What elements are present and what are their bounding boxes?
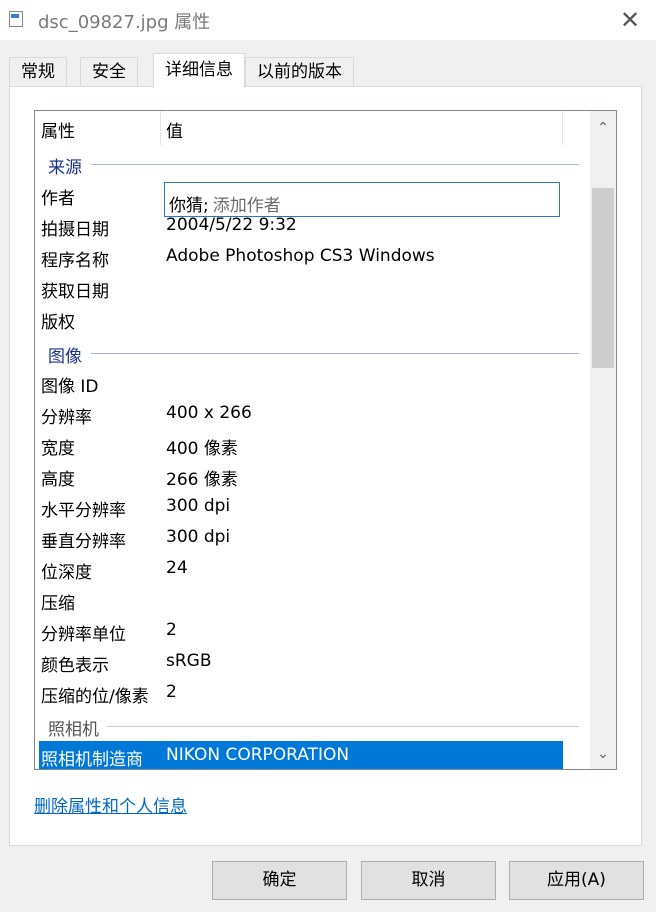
property-name: 程序名称 <box>41 251 109 271</box>
author-value: 你猜; <box>169 196 209 216</box>
property-name: 垂直分辨率 <box>41 532 126 552</box>
group-divider <box>91 164 579 165</box>
group-divider <box>107 726 579 727</box>
list-item[interactable]: 图像 ID <box>35 368 590 399</box>
title-bar: dsc_09827.jpg 属性 ✕ <box>0 0 656 40</box>
property-value: 300 dpi <box>166 527 231 547</box>
property-name: 位深度 <box>41 563 92 583</box>
list-item[interactable]: 水平分辨率 300 dpi <box>35 492 590 523</box>
list-item[interactable]: 位深度 24 <box>35 554 590 585</box>
list-item[interactable]: 分辨率 400 x 266 <box>35 399 590 430</box>
list-item-selected[interactable]: 照相机制造商 NIKON CORPORATION <box>39 741 563 770</box>
property-list[interactable]: 属性 值 来源 作者 拍摄日期 2004/5/22 9:32 程序名称 Adob… <box>34 110 617 770</box>
group-label: 图像 <box>48 347 82 367</box>
property-name: 压缩 <box>41 594 75 614</box>
window-title: dsc_09827.jpg 属性 <box>38 12 211 33</box>
column-header-property[interactable]: 属性 <box>41 117 75 142</box>
tab-details[interactable]: 详细信息 <box>153 53 245 88</box>
list-header: 属性 值 <box>35 111 590 145</box>
scroll-down-icon[interactable]: ⌄ <box>590 741 616 767</box>
property-name: 作者 <box>41 189 75 209</box>
remove-properties-link[interactable]: 删除属性和个人信息 <box>34 792 187 817</box>
list-item[interactable]: 高度 266 像素 <box>35 461 590 492</box>
group-label: 来源 <box>48 158 82 178</box>
author-field[interactable]: 你猜; 添加作者 <box>164 182 560 217</box>
column-divider[interactable] <box>160 111 161 145</box>
property-name: 版权 <box>41 313 75 333</box>
property-value: sRGB <box>166 651 212 671</box>
property-value: 2 <box>166 682 177 702</box>
property-value: Adobe Photoshop CS3 Windows <box>166 246 435 266</box>
property-value: 400 x 266 <box>166 403 252 423</box>
property-name: 拍摄日期 <box>41 220 109 240</box>
group-header-image[interactable]: 图像 <box>35 338 590 369</box>
list-item[interactable]: 宽度 400 像素 <box>35 430 590 461</box>
list-item[interactable]: 垂直分辨率 300 dpi <box>35 523 590 554</box>
group-divider <box>91 353 579 354</box>
property-name: 照相机制造商 <box>41 750 143 770</box>
tab-security[interactable]: 安全 <box>80 57 138 87</box>
list-item[interactable]: 程序名称 Adobe Photoshop CS3 Windows <box>35 242 590 273</box>
property-value: 266 像素 <box>166 470 238 490</box>
property-name: 高度 <box>41 470 75 490</box>
property-value: 300 dpi <box>166 496 231 516</box>
list-item[interactable]: 版权 <box>35 304 590 335</box>
close-button[interactable]: ✕ <box>616 6 644 34</box>
list-item[interactable]: 压缩的位/像素 2 <box>35 678 590 709</box>
property-name: 分辨率 <box>41 408 92 428</box>
group-label: 照相机 <box>48 720 99 740</box>
ok-button[interactable]: 确定 <box>212 861 347 900</box>
list-item[interactable]: 颜色表示 sRGB <box>35 647 590 678</box>
property-name: 获取日期 <box>41 282 109 302</box>
property-name: 分辨率单位 <box>41 625 126 645</box>
property-name: 水平分辨率 <box>41 501 126 521</box>
author-placeholder: 添加作者 <box>212 196 281 216</box>
list-item[interactable]: 分辨率单位 2 <box>35 616 590 647</box>
list-item[interactable]: 获取日期 <box>35 273 590 304</box>
tab-previous-versions[interactable]: 以前的版本 <box>245 57 354 87</box>
tab-strip: 常规 安全 详细信息 以前的版本 <box>9 53 649 88</box>
vertical-scrollbar[interactable]: ⌃ ⌄ <box>590 111 616 769</box>
tab-general[interactable]: 常规 <box>9 57 67 87</box>
property-value: NIKON CORPORATION <box>166 745 350 765</box>
group-header-camera[interactable]: 照相机 <box>35 711 590 742</box>
property-value: 400 像素 <box>166 439 238 459</box>
cancel-button[interactable]: 取消 <box>361 861 496 900</box>
property-name: 图像 ID <box>41 377 99 397</box>
column-header-value[interactable]: 值 <box>166 117 183 142</box>
property-name: 颜色表示 <box>41 656 109 676</box>
property-value: 2004/5/22 9:32 <box>166 215 297 235</box>
property-name: 宽度 <box>41 439 75 459</box>
apply-button[interactable]: 应用(A) <box>509 861 644 900</box>
property-value: 2 <box>166 620 177 640</box>
image-file-icon <box>9 11 23 27</box>
list-item[interactable]: 压缩 <box>35 585 590 616</box>
scroll-thumb[interactable] <box>592 188 614 368</box>
group-header-source[interactable]: 来源 <box>35 149 590 180</box>
property-name: 压缩的位/像素 <box>41 687 149 707</box>
scroll-up-icon[interactable]: ⌃ <box>590 115 616 141</box>
column-divider[interactable] <box>562 111 563 145</box>
property-value: 24 <box>166 558 188 578</box>
